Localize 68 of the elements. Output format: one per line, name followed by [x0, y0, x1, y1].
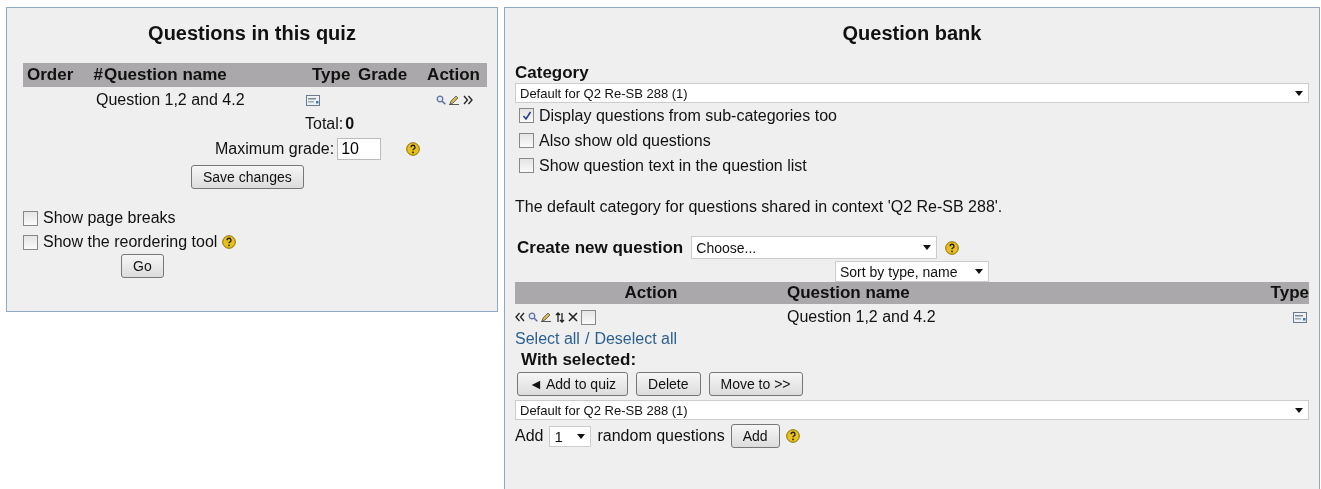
count-dropdown[interactable]: 1 [549, 425, 592, 447]
help-icon[interactable] [785, 429, 800, 443]
add-button[interactable]: Add [730, 424, 780, 448]
column-header: Type [312, 65, 352, 85]
column-header: Order [27, 65, 75, 85]
go-button[interactable]: Go [121, 254, 164, 278]
table-cell-text: Question 1,2 and 4.2 [787, 308, 937, 326]
caret-icon [975, 269, 983, 274]
question-type-dropdown[interactable]: Choose... [691, 236, 938, 259]
pencil-icon[interactable] [449, 95, 460, 105]
action-button[interactable]: Delete [636, 372, 701, 396]
magnifier-icon[interactable] [528, 312, 538, 322]
field-label: Add [515, 427, 544, 445]
help-icon[interactable] [945, 240, 960, 255]
help-icon[interactable] [222, 235, 237, 249]
checkbox-label: Also show old questions [539, 131, 711, 150]
checkbox[interactable] [519, 133, 534, 148]
action-button[interactable]: Move to >> [708, 372, 803, 396]
checkbox-label: Show question text in the question list [539, 156, 807, 175]
input-field[interactable]: 10 [337, 138, 382, 160]
question-type-icon [306, 95, 320, 107]
pencil-icon[interactable] [541, 312, 552, 322]
caret-icon [923, 245, 932, 250]
table-cell-text: Question 1,2 and 4.2 [96, 91, 246, 109]
checkbox[interactable] [23, 210, 38, 226]
field-label: random questions [597, 427, 725, 445]
field-label: Create new question [517, 237, 684, 258]
checkbox-label: Show the reordering tool [43, 233, 218, 251]
action-button[interactable]: ◄ Add to quiz [517, 372, 629, 396]
deselect-all-link[interactable]: Deselect all [594, 330, 678, 348]
column-header: Grade [358, 65, 409, 85]
total-value: 0 [345, 115, 355, 133]
question-type-icon [1293, 312, 1307, 324]
delete-icon[interactable] [568, 312, 578, 322]
column-header: # [92, 65, 104, 85]
up-down-arrows-icon[interactable] [555, 311, 565, 323]
checkmark-icon [521, 110, 532, 121]
caret-icon [1295, 407, 1303, 413]
section-label: With selected: [521, 350, 638, 370]
checkbox[interactable] [519, 108, 534, 123]
column-header: Question name [787, 283, 911, 303]
magnifier-icon[interactable] [436, 95, 446, 105]
checkbox[interactable] [23, 234, 38, 250]
sort-dropdown[interactable]: Sort by type, name [835, 261, 989, 282]
select-all-link[interactable]: Select all [515, 330, 580, 348]
category-description: The default category for questions shared in context 'Q2 Re-SB 288'. [515, 198, 1004, 216]
checkbox-label: Show page breaks [43, 209, 176, 227]
chevron-right-icon[interactable] [463, 95, 473, 105]
column-header: Question name [104, 65, 228, 85]
column-header: Action [426, 65, 480, 85]
caret-icon [1295, 90, 1303, 96]
category-dropdown[interactable]: Default for Q2 Re-SB 288 (1) [515, 400, 1309, 420]
help-icon[interactable] [406, 142, 421, 156]
field-label: Maximum grade: [215, 140, 335, 158]
panel-title: Question bank [841, 22, 983, 45]
checkbox-label: Display questions from sub-categories too [539, 106, 837, 125]
total-label: Total: [305, 115, 344, 133]
save-button[interactable]: Save changes [191, 165, 304, 189]
checkbox[interactable] [519, 158, 534, 173]
panel-title: Questions in this quiz [147, 22, 357, 45]
checkbox[interactable] [581, 309, 596, 325]
category-dropdown[interactable]: Default for Q2 Re-SB 288 (1) [515, 83, 1309, 103]
column-header: Action [623, 283, 679, 303]
chevron-left-icon[interactable] [515, 312, 525, 322]
category-label: Category [515, 63, 590, 83]
column-header: Type [1270, 283, 1309, 303]
separator: / [584, 330, 590, 348]
caret-icon [577, 433, 586, 439]
